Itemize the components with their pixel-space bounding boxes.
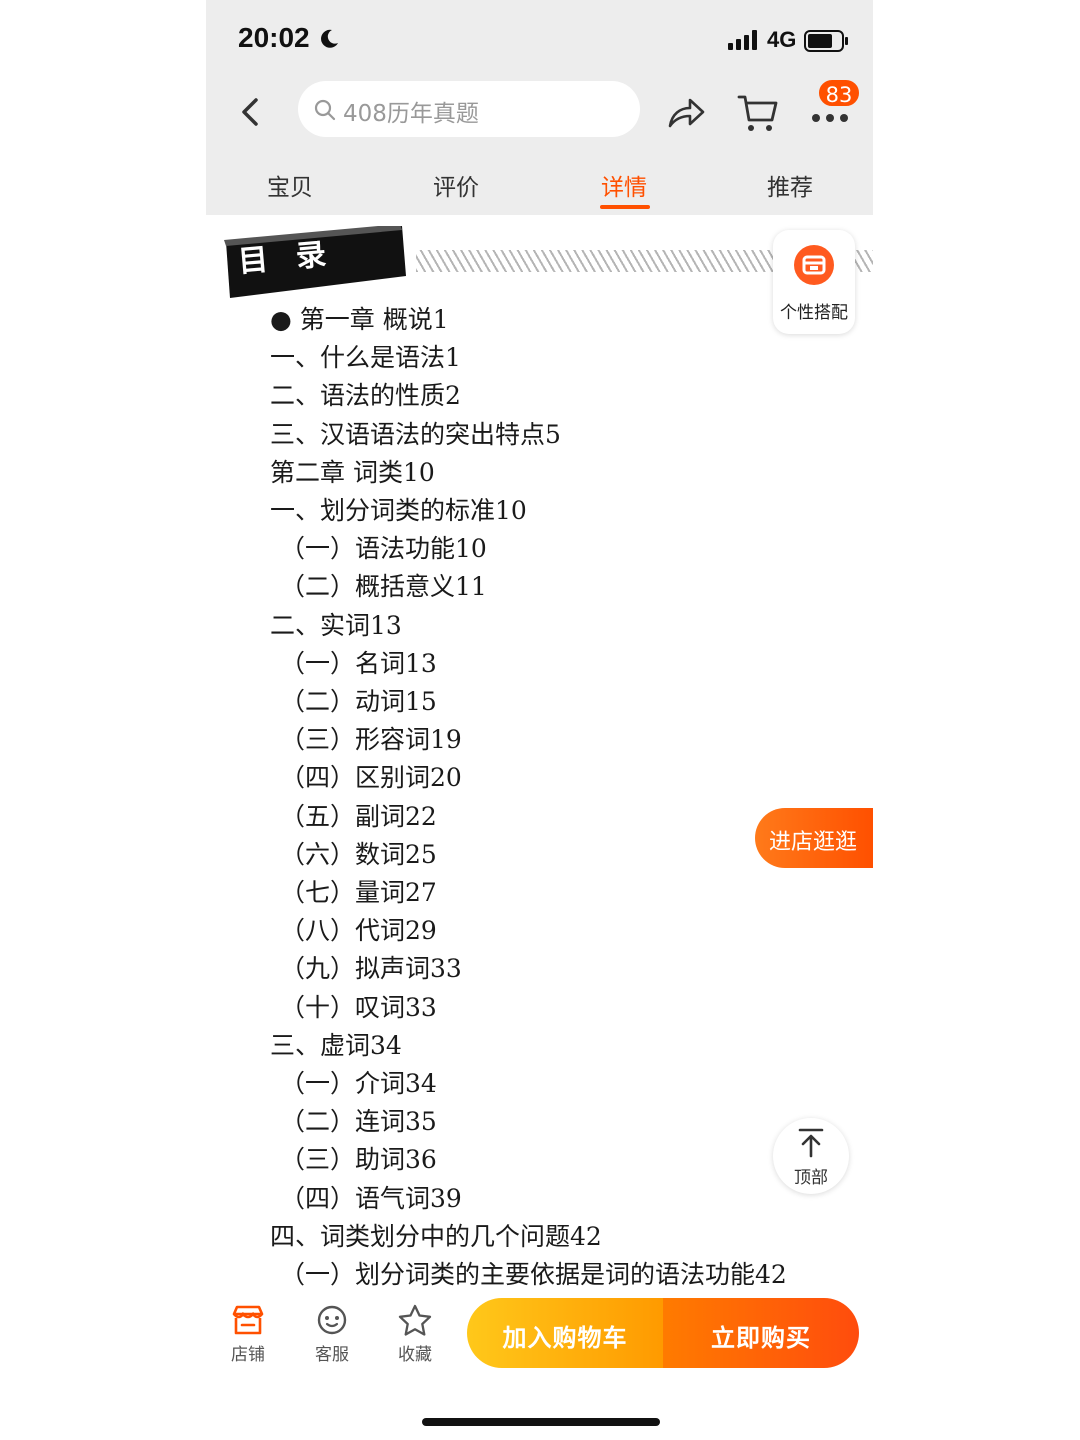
tab-baobei[interactable]: 宝贝 (230, 168, 350, 202)
favorite-label: 收藏 (398, 1345, 432, 1365)
signal-icon (728, 30, 757, 50)
phone-screen: 20:02 4G 408历年真题 83 宝贝 评价 详情 推荐 目录 ● 第一章… (206, 0, 873, 1440)
back-icon[interactable] (236, 94, 266, 130)
cart-count-badge: 83 (817, 78, 861, 108)
active-tab-indicator (600, 205, 650, 209)
store-label: 店铺 (231, 1345, 265, 1365)
purchase-button-group: 加入购物车 立即购买 (467, 1298, 859, 1368)
favorite-button[interactable]: 收藏 (385, 1304, 445, 1365)
toc-item: （四）语气词39 (280, 1183, 462, 1213)
personal-match-button[interactable]: 个性搭配 (773, 230, 855, 334)
share-icon[interactable] (666, 92, 706, 132)
toc-item: （七）量词27 (280, 878, 437, 907)
service-icon (317, 1305, 347, 1335)
toc-item: （一）语法功能10 (280, 534, 487, 564)
toc-item: （六）数词25 (280, 839, 437, 869)
service-label: 客服 (315, 1345, 349, 1365)
search-query: 408历年真题 (343, 101, 479, 127)
toc-item: （九）拟声词33 (280, 954, 462, 984)
toc-item: 二、实词13 (270, 610, 402, 640)
status-bar: 20:02 4G (206, 0, 873, 80)
match-label: 个性搭配 (780, 303, 848, 323)
toc-item: （十）叹词33 (280, 992, 437, 1022)
star-icon (398, 1304, 432, 1336)
store-icon (232, 1305, 264, 1335)
toc-item: 三、汉语语法的突出特点5 (270, 419, 561, 449)
toc-item: （三）助词36 (280, 1145, 437, 1175)
match-icon (794, 245, 834, 285)
network-type: 4G (767, 27, 797, 52)
add-to-cart-button[interactable]: 加入购物车 (467, 1298, 663, 1368)
search-input[interactable]: 408历年真题 (298, 81, 640, 137)
home-indicator[interactable] (422, 1418, 660, 1426)
toc-item: ● 第一章 概说1 (270, 305, 449, 334)
cart-icon[interactable] (736, 92, 780, 136)
visit-store-button[interactable]: 进店逛逛 (755, 808, 873, 868)
top-nav-bar: 408历年真题 83 (206, 78, 873, 148)
toc-item: （二）概括意义11 (280, 572, 487, 602)
detail-tabs: 宝贝 评价 详情 推荐 (206, 160, 873, 215)
toc-item: （四）区别词20 (280, 763, 462, 793)
status-time: 20:02 (238, 22, 310, 53)
toc-item: 二、语法的性质2 (270, 381, 461, 411)
toc-item: （八）代词29 (280, 916, 437, 946)
moon-icon (321, 29, 338, 48)
top-label: 顶部 (794, 1168, 828, 1188)
toc-item: 三、虚词34 (270, 1030, 402, 1060)
tab-details[interactable]: 详情 (564, 168, 684, 202)
to-top-icon (798, 1128, 824, 1158)
toc-item: （二）动词15 (280, 687, 437, 716)
buy-now-label: 立即购买 (711, 1324, 811, 1352)
tab-recommend[interactable]: 推荐 (730, 168, 850, 202)
back-to-top-button[interactable]: 顶部 (773, 1118, 849, 1194)
toc-item: 一、划分词类的标准10 (270, 496, 527, 525)
toc-item: （一）介词34 (280, 1069, 437, 1098)
toc-item: （一）名词13 (280, 648, 437, 678)
search-icon (314, 99, 336, 121)
customer-service-button[interactable]: 客服 (302, 1304, 362, 1365)
tab-reviews[interactable]: 评价 (396, 168, 516, 202)
store-button[interactable]: 店铺 (218, 1304, 278, 1365)
toc-item: （三）形容词19 (280, 725, 462, 755)
battery-icon (804, 30, 848, 52)
toc-item: 四、词类划分中的几个问题42 (270, 1221, 602, 1251)
toc-item: （五）副词22 (280, 801, 437, 831)
add-to-cart-label: 加入购物车 (502, 1324, 628, 1352)
toc-item: 一、什么是语法1 (270, 343, 461, 373)
visit-store-label: 进店逛逛 (769, 830, 858, 855)
buy-now-button[interactable]: 立即购买 (663, 1298, 859, 1368)
toc-item: （一）划分词类的主要依据是词的语法功能42 (280, 1260, 787, 1289)
toc-item: （二）连词35 (280, 1107, 437, 1137)
toc-item: 第二章 词类10 (270, 457, 435, 487)
